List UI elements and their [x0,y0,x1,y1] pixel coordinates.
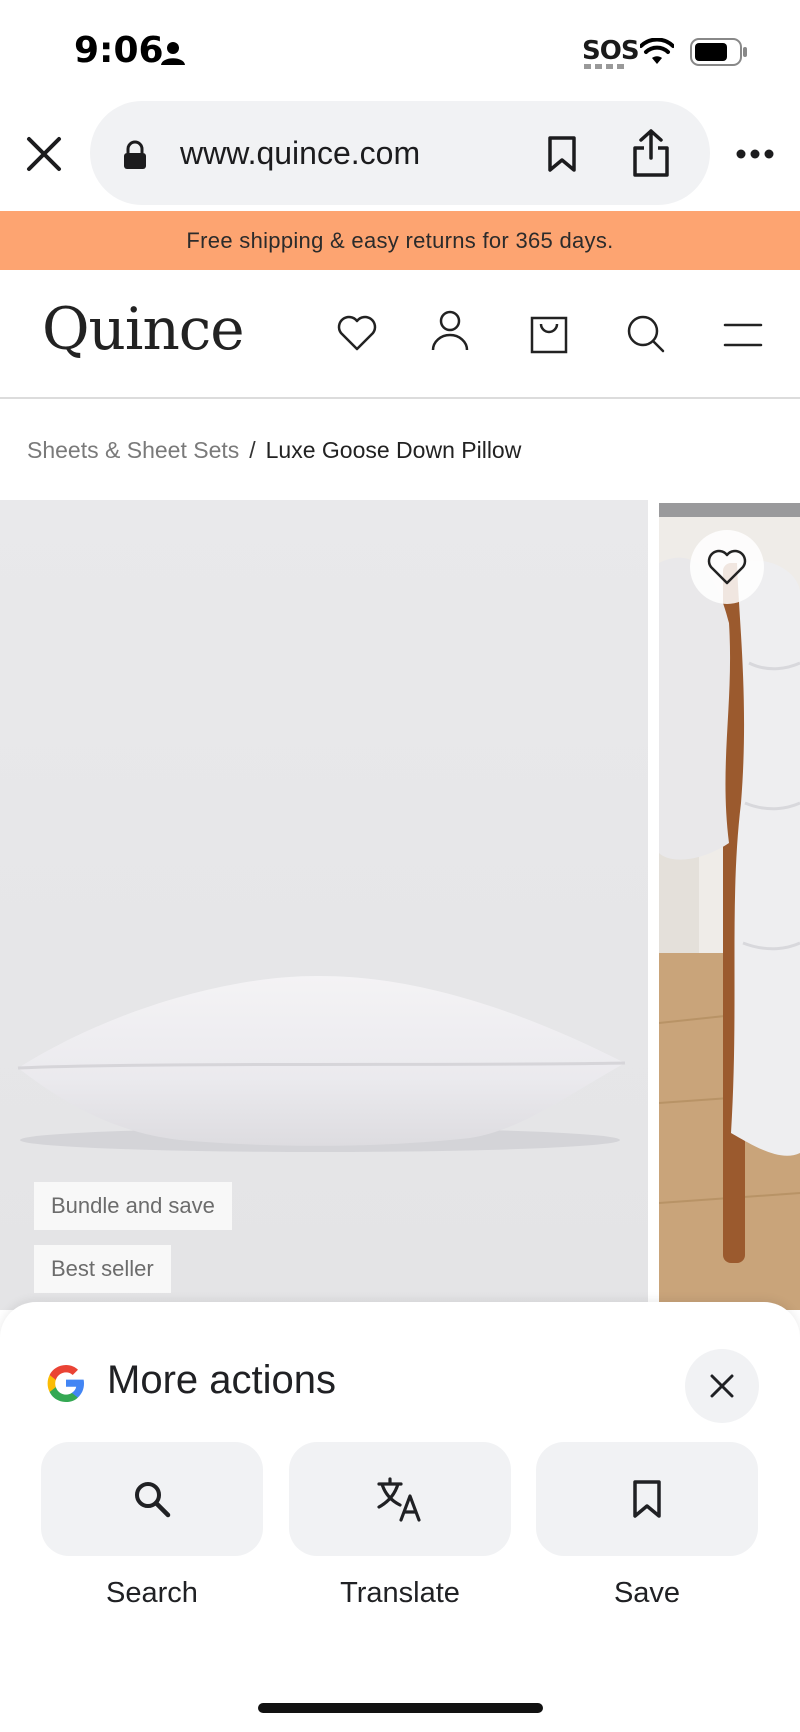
quince-logo[interactable]: Quince [42,295,245,363]
url-text[interactable]: www.quince.com [180,135,420,172]
promo-banner[interactable]: Free shipping & easy returns for 365 day… [0,211,800,270]
google-g-icon [44,1361,88,1405]
search-icon[interactable] [626,314,666,354]
product-image-next[interactable] [659,503,800,1310]
breadcrumb: Sheets & Sheet Sets / Luxe Goose Down Pi… [27,437,521,464]
status-time: 9:06 [74,30,164,71]
product-image-main[interactable]: Bundle and save Best seller [0,500,648,1310]
translate-icon [376,1476,424,1522]
bookmark-icon[interactable] [547,135,577,173]
wifi-icon [640,38,674,66]
translate-action-button[interactable] [289,1442,511,1556]
close-icon [710,1374,734,1398]
bag-icon[interactable] [530,314,568,354]
sos-label: SOS [582,36,640,66]
favorite-button[interactable] [690,530,764,604]
breadcrumb-parent-link[interactable]: Sheets & Sheet Sets [27,437,239,464]
translate-action-label: Translate [340,1577,460,1609]
sheet-title: More actions [107,1358,336,1402]
close-icon[interactable] [26,136,62,172]
save-action-label: Save [613,1577,681,1609]
save-action-button[interactable] [536,1442,758,1556]
heart-icon [707,549,747,585]
more-icon[interactable] [736,148,774,160]
close-sheet-button[interactable] [685,1349,759,1423]
promo-text: Free shipping & easy returns for 365 day… [186,227,614,253]
badge-best-seller: Best seller [34,1245,171,1293]
menu-icon[interactable] [723,322,763,348]
search-action-label: Search [106,1577,198,1609]
breadcrumb-current: Luxe Goose Down Pillow [265,437,522,463]
person-icon [160,40,186,66]
breadcrumb-separator: / [249,437,256,463]
duvet-illustration [659,503,800,1310]
search-action-button[interactable] [41,1442,263,1556]
lock-icon [123,140,147,170]
account-icon[interactable] [431,310,469,352]
badge-bundle-and-save: Bundle and save [34,1182,232,1230]
battery-icon [690,38,748,66]
sos-dots [584,64,624,69]
search-icon [132,1479,172,1519]
heart-icon[interactable] [337,315,377,351]
home-indicator[interactable] [258,1703,543,1713]
bookmark-icon [631,1479,663,1519]
share-icon[interactable] [630,128,672,178]
